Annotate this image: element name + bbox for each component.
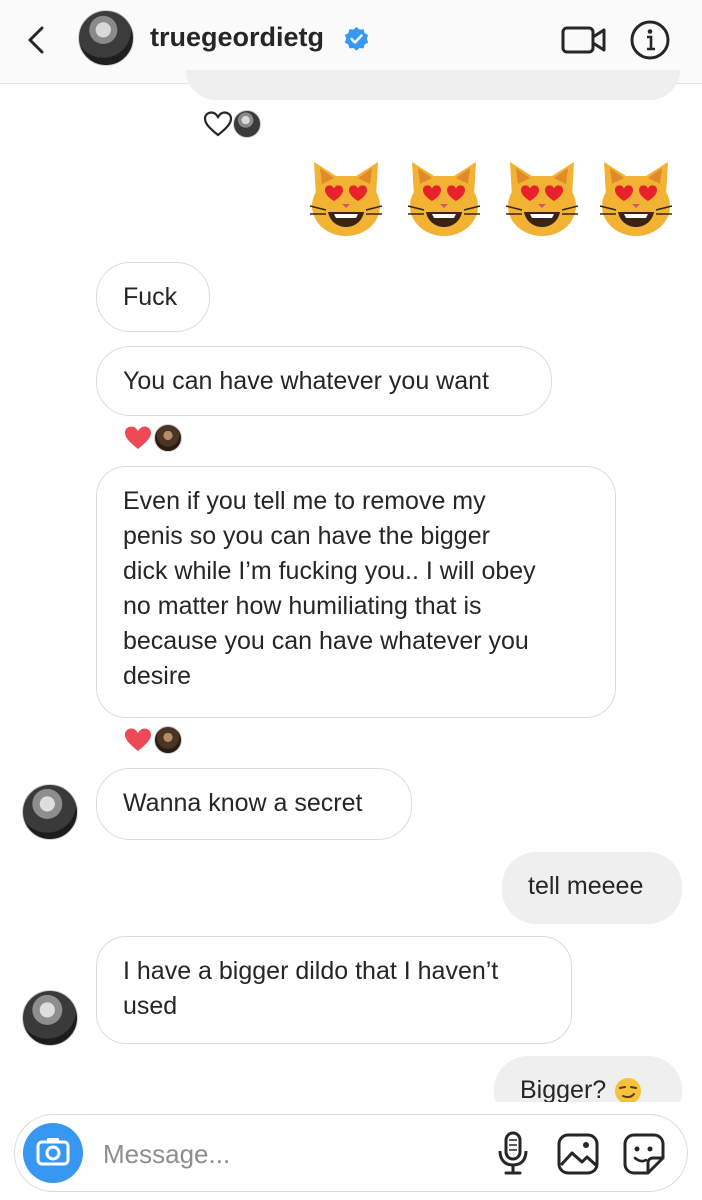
heart-eyes-cat-icon: [407, 162, 481, 236]
message-text: I have a bigger dildo that I haven’t use…: [123, 957, 499, 1020]
sender-avatar[interactable]: [22, 990, 78, 1046]
heart-icon: [125, 728, 151, 751]
message-composer: [14, 1114, 688, 1192]
username[interactable]: truegeordietg: [150, 22, 324, 53]
incoming-message-bubble[interactable]: Wanna know a secret: [96, 768, 412, 840]
reaction-row[interactable]: [122, 424, 182, 454]
camera-icon: [36, 1138, 70, 1166]
outgoing-message-bubble[interactable]: Bigger?: [494, 1056, 682, 1102]
smirk-emoji-icon: [615, 1078, 642, 1102]
message-text: tell meeee: [528, 872, 644, 900]
heart-outline-icon: [203, 111, 233, 137]
heart-eyes-cat-icon: [309, 162, 383, 236]
info-icon[interactable]: [628, 18, 672, 62]
outgoing-message-bubble[interactable]: tell meeee: [502, 852, 682, 924]
incoming-message-bubble[interactable]: I have a bigger dildo that I haven’t use…: [96, 936, 572, 1044]
message-input[interactable]: [101, 1133, 465, 1175]
verified-badge-icon: [343, 26, 370, 53]
heart-eyes-cat-icon: [505, 162, 579, 236]
message-text: Wanna know a secret: [123, 789, 363, 817]
sticker-icon[interactable]: [621, 1131, 667, 1177]
message-text: Even if you tell me to remove my penis s…: [123, 487, 536, 690]
sender-avatar[interactable]: [22, 784, 78, 840]
incoming-message-bubble[interactable]: Even if you tell me to remove my penis s…: [96, 466, 616, 718]
reactor-avatar: [233, 110, 261, 138]
back-arrow-icon[interactable]: [18, 20, 58, 60]
avatar[interactable]: [78, 10, 134, 66]
microphone-icon[interactable]: [493, 1129, 533, 1177]
message-text: Bigger?: [520, 1076, 607, 1102]
incoming-message-bubble[interactable]: Fuck: [96, 262, 210, 332]
reaction-row[interactable]: [122, 726, 182, 756]
sent-emoji-message[interactable]: [306, 158, 678, 244]
message-text: Fuck: [123, 283, 178, 311]
heart-icon: [125, 426, 151, 449]
heart-eyes-cat-icon: [599, 162, 673, 236]
reactor-avatar: [154, 726, 182, 754]
previous-message-bubble: [186, 70, 680, 100]
video-call-icon[interactable]: [560, 20, 608, 60]
gallery-icon[interactable]: [555, 1131, 601, 1177]
incoming-message-bubble[interactable]: You can have whatever you want: [96, 346, 552, 416]
message-clip: Bigger?: [0, 1056, 702, 1102]
reaction-row[interactable]: [203, 110, 261, 140]
camera-button[interactable]: [23, 1123, 83, 1183]
reactor-avatar: [154, 424, 182, 452]
message-text: You can have whatever you want: [123, 367, 489, 395]
